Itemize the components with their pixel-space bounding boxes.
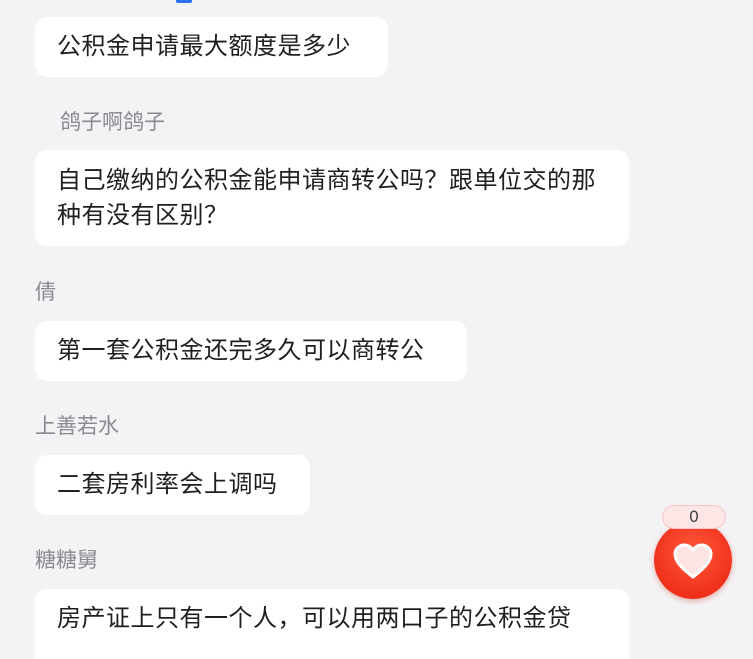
like-widget: 0 <box>654 505 734 599</box>
comment-bubble[interactable]: 房产证上只有一个人，可以用两口子的公积金贷 <box>35 589 629 659</box>
comment-author-name[interactable]: 鸽子啊鸽子 <box>60 110 165 134</box>
comment-text: 公积金申请最大额度是多少 <box>57 32 351 60</box>
comment-text: 第一套公积金还完多久可以商转公 <box>57 336 425 364</box>
top-accent-bar <box>176 0 192 3</box>
comment-bubble[interactable]: 第一套公积金还完多久可以商转公 <box>35 321 467 381</box>
comment-text: 自己缴纳的公积金能申请商转公吗？跟单位交的那种有没有区别？ <box>57 166 596 229</box>
comment-bubble[interactable]: 自己缴纳的公积金能申请商转公吗？跟单位交的那种有没有区别？ <box>35 150 629 246</box>
comment-author-name[interactable]: 糖糖舅 <box>35 548 98 572</box>
like-button[interactable] <box>654 521 732 599</box>
comment-bubble[interactable]: 公积金申请最大额度是多少 <box>35 17 388 77</box>
comment-author-name[interactable]: 上善若水 <box>35 414 119 438</box>
like-count-badge: 0 <box>662 505 726 529</box>
comment-bubble[interactable]: 二套房利率会上调吗 <box>35 455 310 515</box>
comment-author-name[interactable]: 倩 <box>35 280 56 304</box>
comment-text: 房产证上只有一个人，可以用两口子的公积金贷 <box>57 604 572 632</box>
heart-icon <box>673 543 713 579</box>
comment-text: 二套房利率会上调吗 <box>57 470 278 498</box>
